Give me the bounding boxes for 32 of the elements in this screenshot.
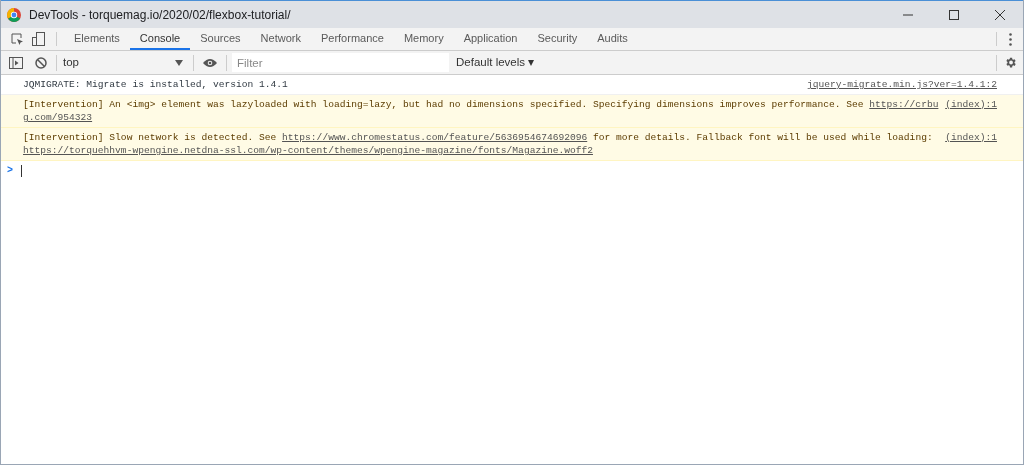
panel-tab[interactable]: Audits	[587, 28, 638, 50]
link[interactable]: https://torquehhvm-wpengine.netdna-ssl.com/wp-content/themes/wpengine-magazine/fonts/Magazine.woff2	[23, 144, 593, 157]
filter-field[interactable]: Filter	[232, 53, 449, 72]
message-text: [Intervention] An <img> element was lazyloaded with loading=lazy, but had no dimensions specified. Specifying dimensions improves performance. See	[23, 98, 865, 111]
source-link[interactable]: (index):1	[945, 131, 997, 157]
browser-logo-icon	[7, 7, 21, 22]
clear-console-icon[interactable]	[35, 56, 47, 69]
levels-dropdown[interactable]: Default levels ▾	[456, 53, 535, 72]
link[interactable]: https://www.chromestatus.com/feature/5636954674692096	[282, 131, 588, 144]
panel-tab[interactable]: Application	[453, 28, 528, 50]
close-icon	[995, 9, 1005, 20]
sidebar-toggle-icon[interactable]	[9, 56, 23, 69]
link[interactable]: g.com/954323	[23, 111, 93, 124]
panel-tab[interactable]: Sources	[190, 28, 251, 50]
context-select[interactable]: top	[63, 53, 183, 72]
panel-tab[interactable]: Performance	[310, 28, 394, 50]
window-title: DevTools - torquemag.io/2020/02/flexbox-tutorial/	[29, 6, 291, 24]
message-text: JQMIGRATE: Migrate is installed, version 1.4.1	[23, 78, 288, 91]
panel-tab[interactable]: Security	[527, 28, 588, 50]
message-text: for more details. Fallback font will be used while loading:	[591, 131, 933, 144]
link[interactable]: https://crbu	[869, 98, 939, 111]
eye-icon[interactable]	[203, 57, 217, 68]
panel-tab[interactable]: Memory	[393, 28, 454, 50]
panel-tab[interactable]: Network	[250, 28, 311, 50]
source-link[interactable]: (index):1	[945, 98, 997, 124]
dropdown-caret-icon	[175, 59, 183, 66]
panel-tab[interactable]: Elements	[64, 28, 130, 50]
source-link[interactable]: jquery-migrate.min.js?ver=1.4.1:2	[807, 78, 997, 91]
maximize-icon	[949, 9, 959, 20]
text-cursor	[21, 164, 22, 177]
prompt-symbol: >	[7, 164, 13, 178]
message-text: [Intervention] Slow network is detected. See	[23, 131, 278, 144]
